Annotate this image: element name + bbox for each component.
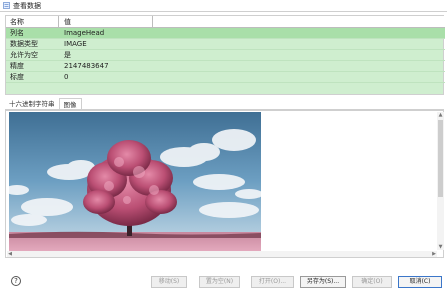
property-value: IMAGE	[64, 40, 87, 48]
title-bar: 查看数据	[0, 0, 447, 11]
scroll-left-icon[interactable]: ◀	[7, 251, 13, 257]
property-row-data-type[interactable]: 数据类型 IMAGE	[6, 39, 445, 50]
scroll-up-icon[interactable]: ▲	[437, 112, 444, 118]
property-key: 数据类型	[10, 40, 38, 48]
cancel-button[interactable]: 取消(C)	[398, 276, 442, 288]
app-icon	[3, 2, 10, 9]
property-key: 允许为空	[10, 51, 38, 59]
image-viewer: ▲ ▼ ◀ ▶	[5, 110, 444, 258]
property-value: 0	[64, 73, 69, 81]
move-button[interactable]: 移动(S)	[151, 276, 187, 288]
column-header-name[interactable]: 名称	[6, 16, 59, 28]
column-header-value[interactable]: 值	[60, 16, 153, 28]
property-value: 2147483647	[64, 62, 109, 70]
property-grid: 名称 值 列名 ImageHead 数据类型 IMAGE 允许为空 是 精度 2…	[5, 15, 445, 95]
property-value: 是	[64, 51, 71, 59]
help-icon[interactable]: ?	[11, 276, 21, 286]
property-value: ImageHead	[64, 29, 105, 37]
tree-image	[9, 112, 261, 251]
title-divider	[0, 11, 447, 12]
window-title: 查看数据	[13, 1, 41, 10]
property-key: 列名	[10, 29, 24, 37]
vertical-scroll-thumb[interactable]	[438, 120, 443, 197]
property-key: 标度	[10, 73, 24, 81]
property-row-nullable[interactable]: 允许为空 是	[6, 50, 445, 61]
property-grid-header: 名称 值	[6, 16, 445, 28]
scroll-down-icon[interactable]: ▼	[437, 244, 444, 250]
property-row-precision[interactable]: 精度 2147483647	[6, 61, 445, 72]
property-row-column-name[interactable]: 列名 ImageHead	[6, 28, 445, 39]
vertical-scrollbar[interactable]: ▲ ▼	[437, 112, 444, 250]
horizontal-scrollbar[interactable]: ◀ ▶	[7, 251, 437, 257]
set-null-button[interactable]: 置为空(N)	[199, 276, 240, 288]
scroll-right-icon[interactable]: ▶	[431, 251, 437, 257]
property-key: 精度	[10, 62, 24, 70]
open-button[interactable]: 打开(O)...	[251, 276, 294, 288]
property-row-scale[interactable]: 标度 0	[6, 72, 445, 83]
save-as-button[interactable]: 另存为(S)...	[300, 276, 346, 288]
ok-button[interactable]: 确定(O)	[352, 276, 392, 288]
